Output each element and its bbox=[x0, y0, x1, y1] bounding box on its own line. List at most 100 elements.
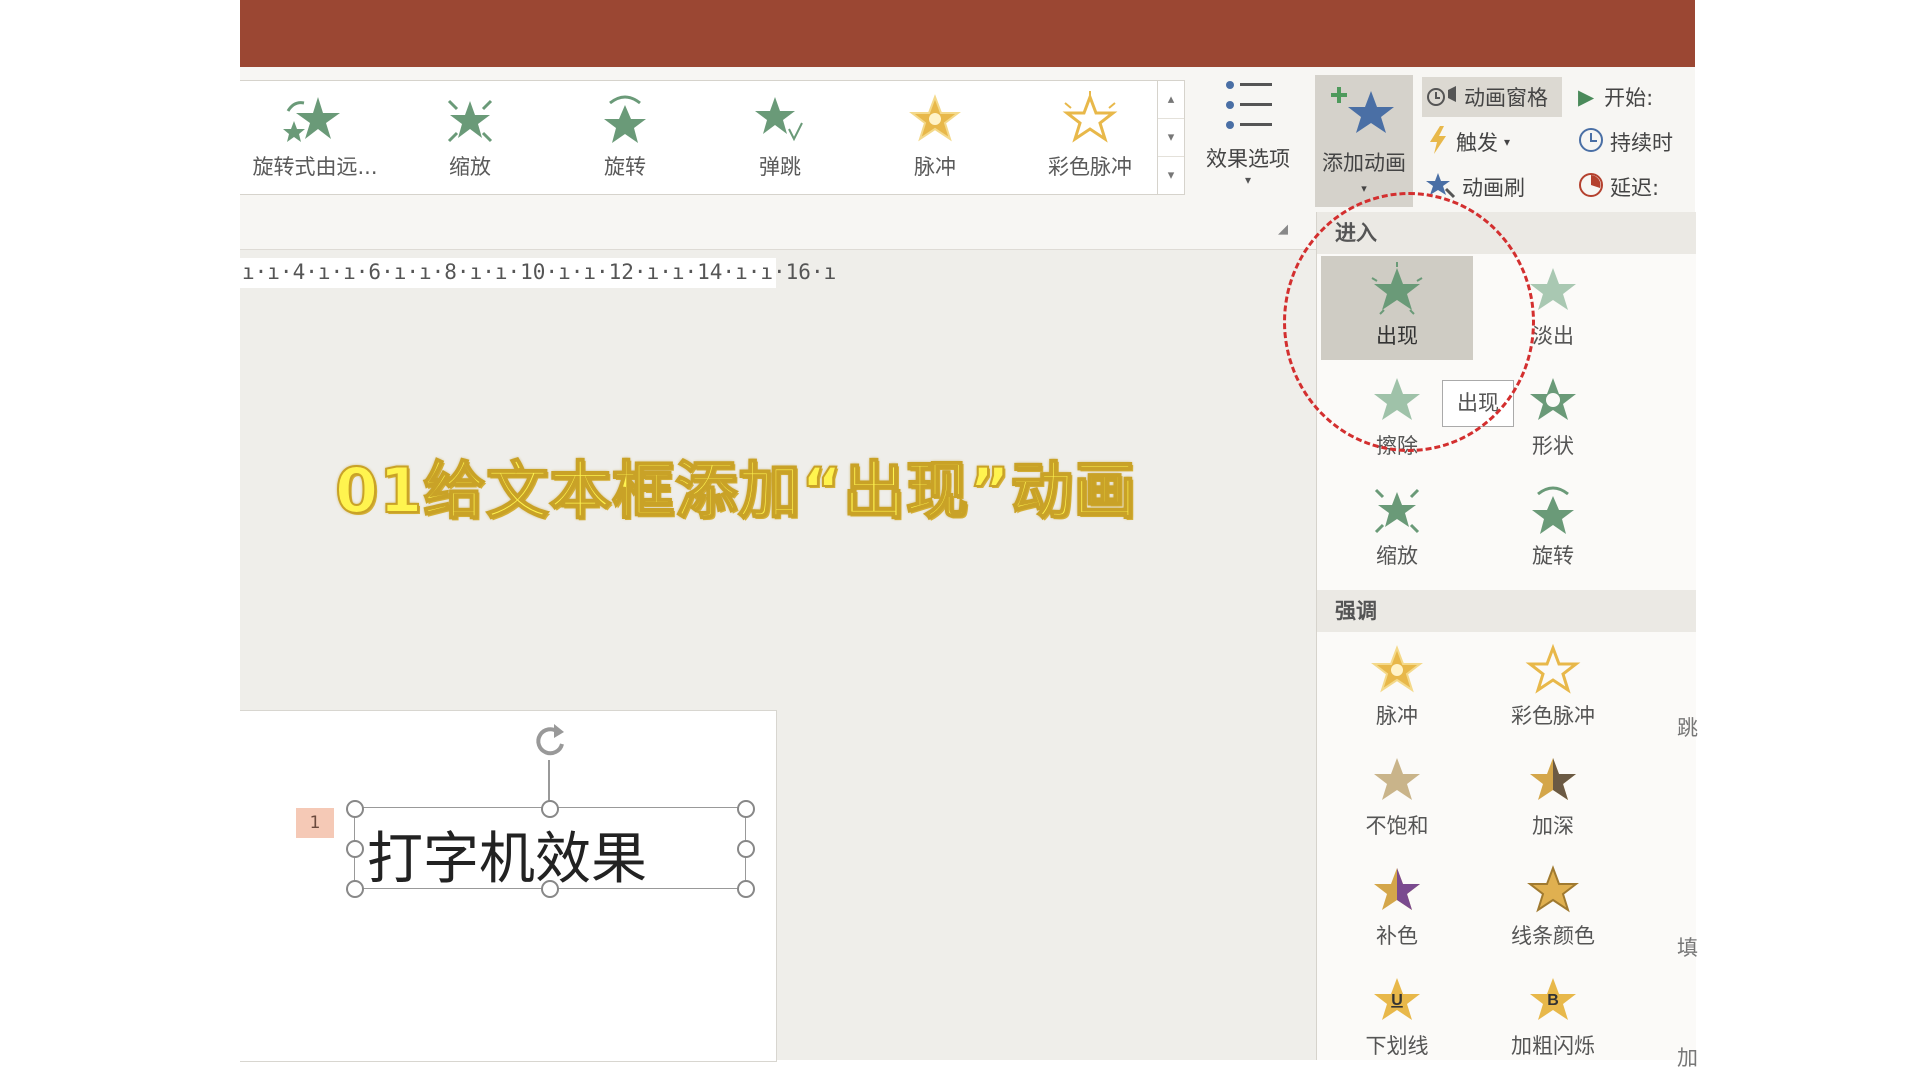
horizontal-ruler: ı·ı·4·ı·ı·6·ı·ı·8·ı·ı·10·ı·ı·12·ı·ı·14·ı… bbox=[240, 258, 836, 288]
effect-options-icon bbox=[1226, 81, 1272, 129]
complementary-color-star-icon bbox=[1374, 868, 1420, 910]
timing-delay[interactable]: 延迟: bbox=[1578, 167, 1659, 207]
scroll-up-icon[interactable]: ▴ bbox=[1158, 81, 1184, 119]
clipped-item-label: 加 bbox=[1677, 1046, 1698, 1070]
emphasis-desaturate[interactable]: 不饱和 bbox=[1321, 746, 1473, 850]
resize-handle[interactable] bbox=[346, 840, 364, 858]
screen: 旋转式由远... 缩放 旋转 弹跳 脉冲 彩色脉冲 ▴ ▾ ▾ 效果选项 ▾ ◢… bbox=[0, 0, 1920, 1070]
line-color-star-icon bbox=[1527, 865, 1579, 913]
emphasis-line-color[interactable]: 线条颜色 bbox=[1477, 856, 1629, 960]
shape-star-icon bbox=[1530, 378, 1576, 420]
entrance-zoom[interactable]: 缩放 bbox=[1321, 476, 1473, 580]
gallery-item-zoom[interactable]: 缩放 bbox=[395, 91, 545, 186]
gallery-item-color-pulse[interactable]: 彩色脉冲 bbox=[1015, 91, 1165, 186]
spin-in-star-icon bbox=[283, 97, 340, 142]
resize-handle[interactable] bbox=[541, 880, 559, 898]
delay-clock-icon bbox=[1578, 172, 1604, 203]
pulse-star-icon bbox=[1371, 645, 1423, 693]
title-bar bbox=[240, 0, 1695, 67]
rotate-star-icon bbox=[604, 95, 646, 143]
timing-duration-label: 持续时 bbox=[1610, 131, 1673, 155]
gallery-item-label: 旋转 bbox=[604, 155, 646, 179]
selected-textbox[interactable]: 打字机效果 bbox=[354, 807, 746, 892]
item-label: 不饱和 bbox=[1365, 814, 1429, 838]
rotate-star-icon bbox=[1532, 486, 1574, 534]
entrance-rotate[interactable]: 旋转 bbox=[1477, 476, 1629, 580]
item-label: 下划线 bbox=[1365, 1034, 1429, 1058]
resize-handle[interactable] bbox=[737, 880, 755, 898]
play-icon: ▶ bbox=[1578, 85, 1595, 109]
highlight-annotation-circle bbox=[1283, 192, 1535, 452]
clock-icon bbox=[1578, 127, 1604, 158]
timing-start[interactable]: ▶ 开始: bbox=[1578, 77, 1653, 117]
effect-options-button[interactable]: 效果选项 ▾ bbox=[1193, 77, 1303, 197]
item-label: 加粗闪烁 bbox=[1511, 1034, 1595, 1058]
desaturate-star-icon bbox=[1374, 758, 1420, 800]
color-pulse-star-icon bbox=[1062, 91, 1118, 143]
underline-star-icon: U bbox=[1374, 978, 1420, 1020]
add-animation-star-icon bbox=[1331, 87, 1394, 133]
timing-start-label: 开始: bbox=[1604, 86, 1654, 110]
trigger-label: 触发 bbox=[1456, 131, 1498, 155]
resize-handle[interactable] bbox=[737, 840, 755, 858]
item-label: 彩色脉冲 bbox=[1511, 704, 1595, 728]
trigger-button[interactable]: 触发 ▾ bbox=[1426, 122, 1510, 162]
add-animation-button[interactable]: 添加动画 ▾ bbox=[1315, 75, 1413, 207]
add-animation-label: 添加动画 bbox=[1322, 151, 1406, 175]
animation-painter-label: 动画刷 bbox=[1462, 176, 1525, 200]
darken-star-icon bbox=[1530, 758, 1576, 800]
emphasis-bold-flash[interactable]: B 加粗闪烁 bbox=[1477, 966, 1629, 1060]
zoom-star-icon bbox=[1374, 488, 1420, 534]
animation-pane-label: 动画窗格 bbox=[1464, 86, 1548, 110]
chevron-down-icon: ▾ bbox=[1504, 135, 1511, 149]
item-label: 线条颜色 bbox=[1511, 924, 1595, 948]
item-label: 旋转 bbox=[1532, 544, 1574, 568]
animation-pane-icon bbox=[1426, 82, 1458, 113]
effect-options-label: 效果选项 bbox=[1206, 147, 1290, 171]
resize-handle[interactable] bbox=[346, 800, 364, 818]
gallery-item-rotate[interactable]: 旋转 bbox=[550, 91, 700, 186]
scroll-down-icon[interactable]: ▾ bbox=[1158, 119, 1184, 157]
animation-pane-button[interactable]: 动画窗格 bbox=[1422, 77, 1562, 117]
gallery-item-label: 旋转式由远... bbox=[252, 155, 378, 179]
gallery-item-label: 缩放 bbox=[449, 155, 491, 179]
emphasis-underline[interactable]: U 下划线 bbox=[1321, 966, 1473, 1060]
bold-flash-star-icon: B bbox=[1530, 978, 1576, 1020]
timing-delay-label: 延迟: bbox=[1610, 176, 1660, 200]
textbox-content[interactable]: 打字机效果 bbox=[367, 814, 647, 895]
svg-text:U: U bbox=[1391, 992, 1403, 1009]
bounce-star-icon bbox=[755, 97, 803, 142]
ruler-ticks: ı·ı·4·ı·ı·6·ı·ı·8·ı·ı·10·ı·ı·12·ı·ı·14·ı… bbox=[242, 260, 837, 284]
zoom-star-icon bbox=[447, 99, 493, 143]
resize-handle[interactable] bbox=[541, 800, 559, 818]
chevron-down-icon: ▾ bbox=[1244, 173, 1252, 187]
item-label: 缩放 bbox=[1376, 544, 1418, 568]
color-pulse-star-icon bbox=[1525, 643, 1581, 694]
gallery-item-bounce[interactable]: 弹跳 bbox=[705, 91, 855, 186]
gallery-item-label: 彩色脉冲 bbox=[1048, 155, 1132, 179]
tutorial-caption: 01给文本框添加“出现”动画 bbox=[334, 453, 1137, 528]
gallery-expand-icon[interactable]: ▾ bbox=[1158, 157, 1184, 194]
pulse-star-icon bbox=[909, 94, 961, 142]
emphasis-complementary[interactable]: 补色 bbox=[1321, 856, 1473, 960]
lightning-icon bbox=[1426, 125, 1450, 159]
resize-handle[interactable] bbox=[737, 800, 755, 818]
gallery-item-label: 脉冲 bbox=[914, 155, 956, 179]
gallery-item-pulse[interactable]: 脉冲 bbox=[860, 91, 1010, 186]
group-launcher-icon[interactable]: ◢ bbox=[1278, 222, 1288, 237]
emphasis-darken[interactable]: 加深 bbox=[1477, 746, 1629, 850]
item-label: 脉冲 bbox=[1376, 704, 1418, 728]
item-label: 形状 bbox=[1532, 434, 1574, 458]
animation-order-badge[interactable]: 1 bbox=[296, 808, 334, 838]
clipped-item-label: 填 bbox=[1677, 936, 1698, 960]
emphasis-pulse[interactable]: 脉冲 bbox=[1321, 636, 1473, 740]
item-label: 补色 bbox=[1376, 924, 1418, 948]
gallery-scrollbar[interactable]: ▴ ▾ ▾ bbox=[1157, 80, 1185, 195]
timing-duration[interactable]: 持续时 bbox=[1578, 122, 1673, 162]
resize-handle[interactable] bbox=[346, 880, 364, 898]
emphasis-color-pulse[interactable]: 彩色脉冲 bbox=[1477, 636, 1629, 740]
gallery-item-spin-in[interactable]: 旋转式由远... bbox=[240, 91, 390, 186]
item-label: 加深 bbox=[1532, 814, 1574, 838]
rotate-handle-icon[interactable] bbox=[528, 720, 572, 764]
section-header-emphasis: 强调 bbox=[1317, 590, 1696, 632]
